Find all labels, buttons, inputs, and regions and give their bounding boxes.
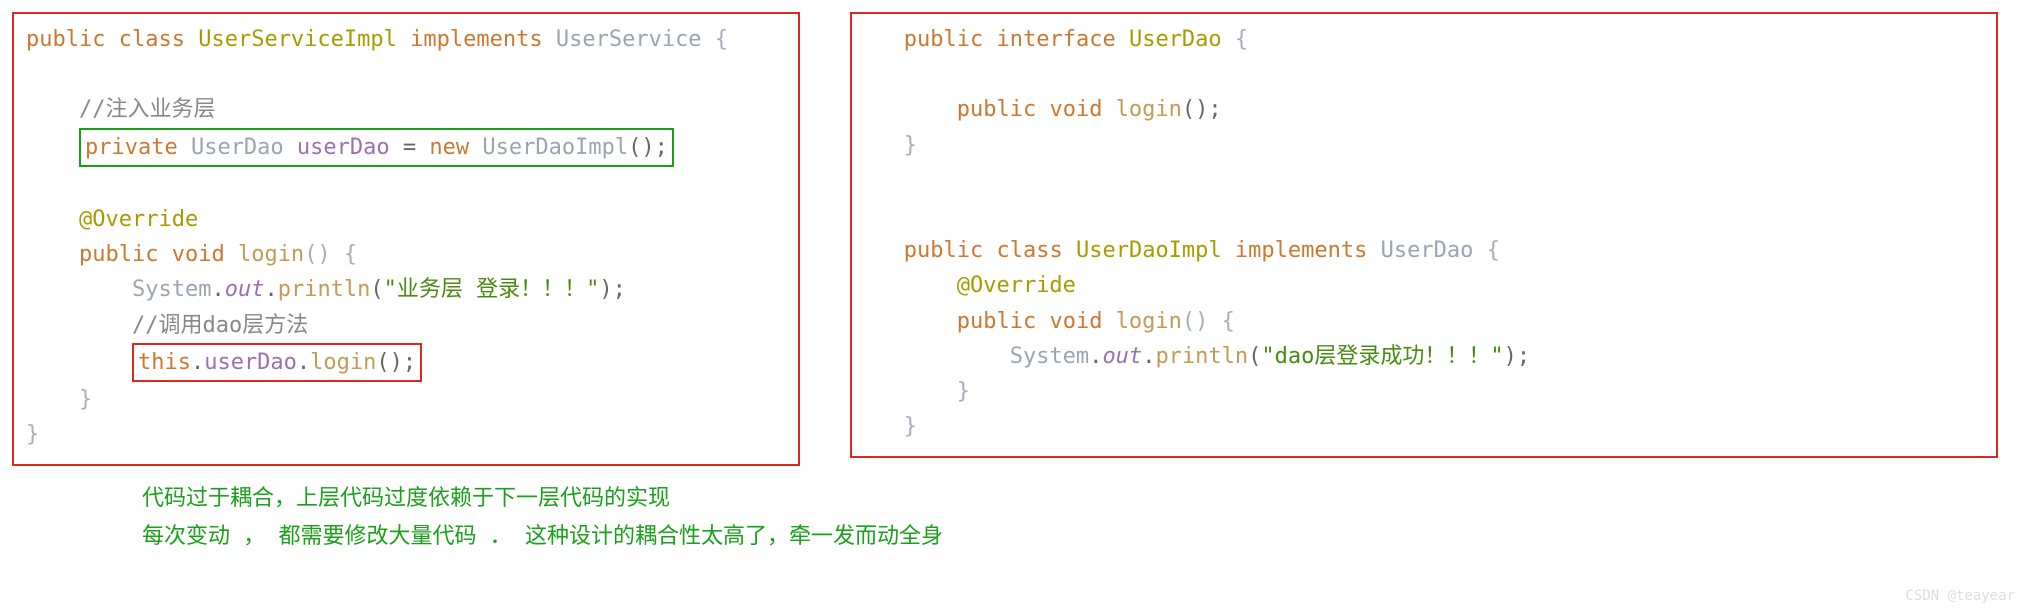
field-decl-highlight: private UserDao userDao = new UserDaoImp… xyxy=(79,128,674,167)
comment-inject: //注入业务层 xyxy=(79,97,216,122)
right-code-box: public interface UserDao { public void l… xyxy=(850,12,1998,458)
watermark-text: CSDN @teayear xyxy=(1905,585,2015,607)
line-1: public class UserServiceImpl implements … xyxy=(26,27,728,52)
override-annotation-2: @Override xyxy=(957,273,1076,298)
left-code-box: public class UserServiceImpl implements … xyxy=(12,12,800,466)
override-annotation: @Override xyxy=(79,207,198,232)
iface-decl: public interface UserDao { xyxy=(864,27,1248,52)
iface-method: public void login(); xyxy=(957,97,1222,122)
code-comparison-wrap: public class UserServiceImpl implements … xyxy=(12,12,2023,466)
caption-line-1: 代码过于耦合，上层代码过度依赖于下一层代码的实现 xyxy=(142,480,2023,517)
method-sig-2: public void login() { xyxy=(957,309,1235,334)
println-call-2: System.out.println("dao层登录成功！！！"); xyxy=(1010,344,1530,369)
println-call: System.out.println("业务层 登录！！！"); xyxy=(132,277,626,302)
comment-call-dao: //调用dao层方法 xyxy=(132,313,308,338)
impl-decl: public class UserDaoImpl implements User… xyxy=(904,238,1500,263)
caption-line-2: 每次变动 ， 都需要修改大量代码 ． 这种设计的耦合性太高了，牵一发而动全身 xyxy=(142,518,2023,555)
dao-call-highlight: this.userDao.login(); xyxy=(132,343,422,382)
method-sig: public void login() { xyxy=(79,242,357,267)
caption-text: 代码过于耦合，上层代码过度依赖于下一层代码的实现 每次变动 ， 都需要修改大量代… xyxy=(142,480,2023,555)
